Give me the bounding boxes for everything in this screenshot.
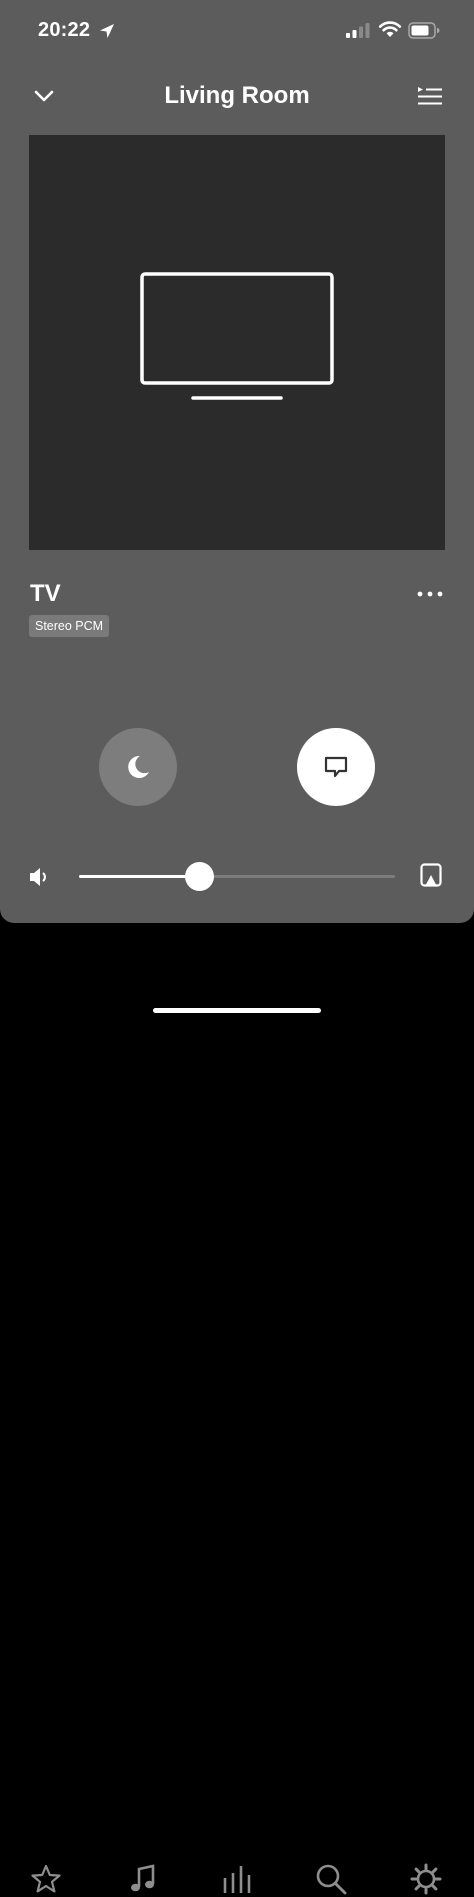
home-indicator xyxy=(153,1008,321,1013)
search-icon xyxy=(316,1864,347,1895)
tab-rooms[interactable] xyxy=(219,1861,255,1897)
music-icon xyxy=(131,1864,155,1892)
page-title: Living Room xyxy=(164,82,310,109)
moon-icon xyxy=(128,755,149,778)
wifi-icon xyxy=(378,21,402,37)
tab-search[interactable] xyxy=(313,1861,349,1897)
rooms-icon xyxy=(223,1866,251,1893)
output-button[interactable] xyxy=(418,862,444,890)
status-bar: 20:22 xyxy=(0,0,474,62)
queue-button[interactable] xyxy=(414,80,446,112)
volume-thumb[interactable] xyxy=(185,862,215,891)
queue-icon xyxy=(418,87,442,105)
status-time: 20:22 xyxy=(38,19,91,41)
airplay-icon xyxy=(420,863,442,887)
battery-icon xyxy=(408,22,440,39)
favorites-icon xyxy=(31,1864,61,1893)
more-dots-icon xyxy=(417,591,443,597)
volume-slider[interactable] xyxy=(79,862,395,891)
tab-favorites[interactable] xyxy=(28,1861,64,1897)
speech-enhancement-button[interactable] xyxy=(297,728,375,806)
more-options-button[interactable] xyxy=(412,580,448,608)
volume-level xyxy=(79,875,200,878)
tv-icon xyxy=(140,272,334,400)
cellular-signal-icon xyxy=(346,23,370,38)
audio-format-badge: Stereo PCM xyxy=(29,615,110,637)
settings-icon xyxy=(410,1863,442,1895)
volume-speaker-icon[interactable] xyxy=(28,866,52,888)
source-name: TV xyxy=(30,580,61,607)
location-arrow-icon xyxy=(100,24,114,38)
night-mode-button[interactable] xyxy=(99,728,177,806)
tab-music[interactable] xyxy=(125,1861,161,1897)
speech-bubble-icon xyxy=(324,756,348,778)
tab-settings[interactable] xyxy=(408,1861,444,1897)
